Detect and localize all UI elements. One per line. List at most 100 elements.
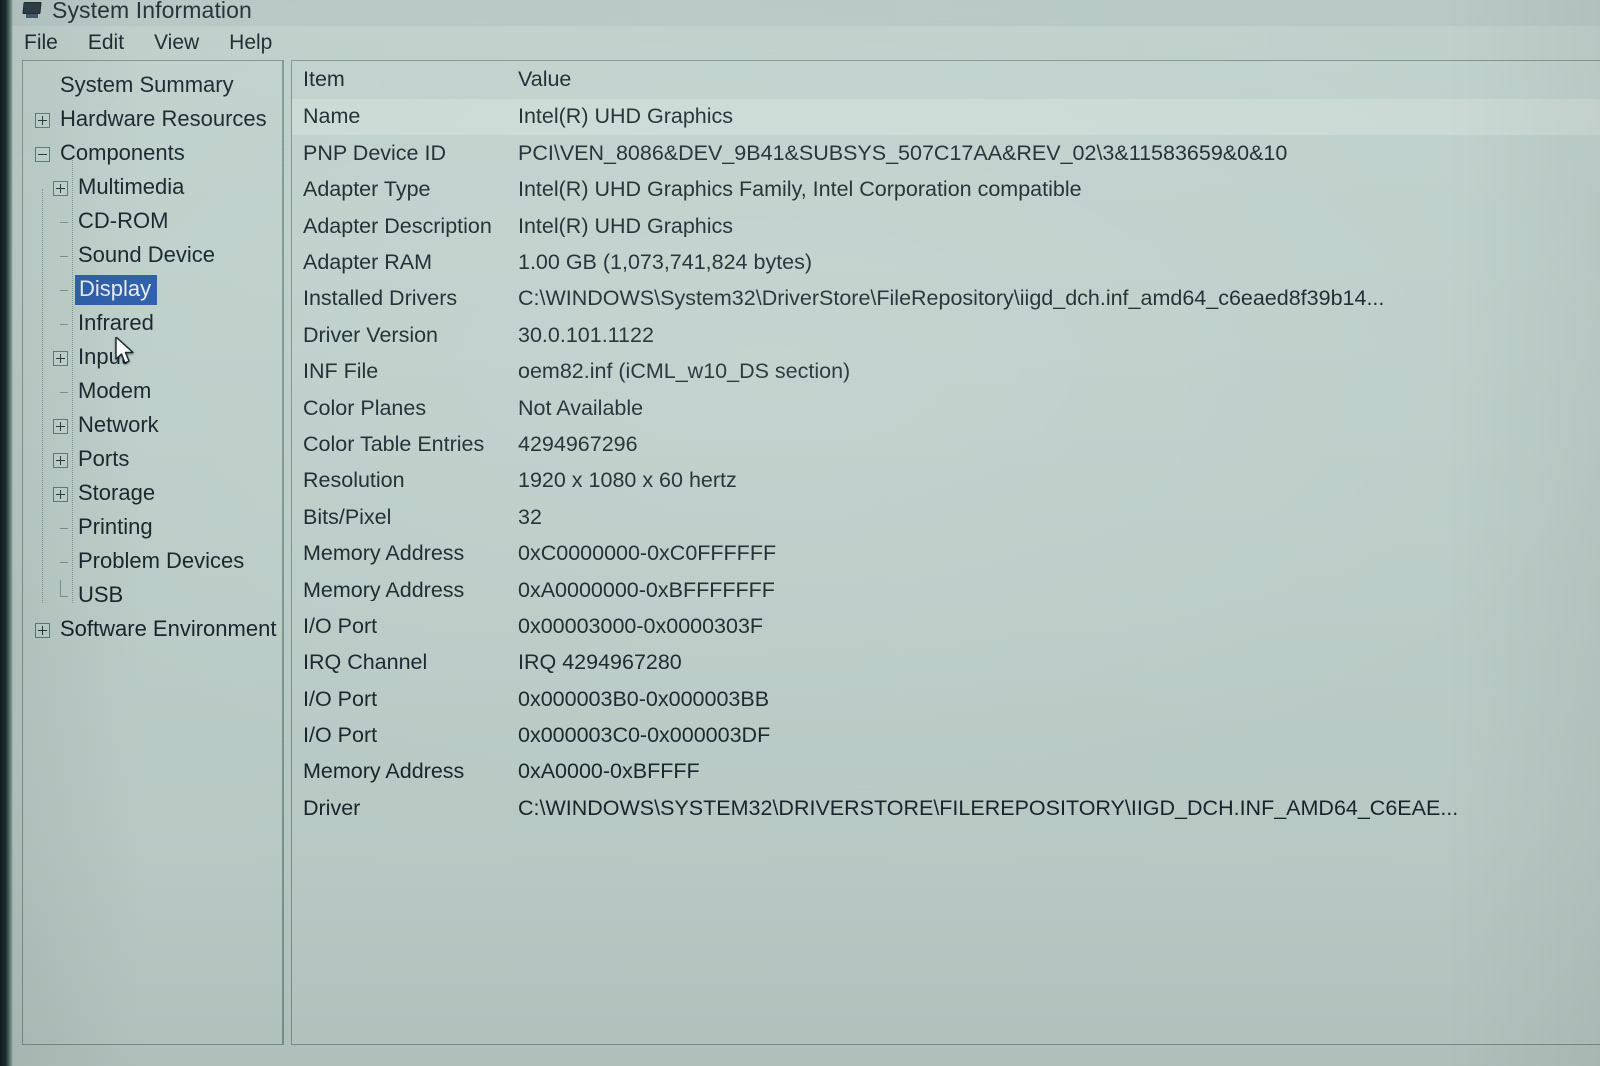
- table-row[interactable]: Memory Address 0xA0000000-0xBFFFFFFF: [292, 572, 1600, 608]
- column-header-item[interactable]: Item: [292, 69, 518, 91]
- menu-item-edit[interactable]: Edit: [86, 30, 126, 56]
- table-cell-value: Intel(R) UHD Graphics Family, Intel Corp…: [518, 179, 1082, 201]
- sidebar-item-label: Display: [75, 275, 158, 305]
- sidebar-item-multimedia[interactable]: Multimedia: [23, 171, 282, 205]
- table-row[interactable]: Adapter Type Intel(R) UHD Graphics Family…: [292, 172, 1600, 208]
- expand-icon[interactable]: [53, 486, 68, 502]
- table-cell-value: 0xA0000000-0xBFFFFFFF: [518, 579, 775, 602]
- table-cell-item: Adapter RAM: [303, 252, 433, 274]
- sidebar-item-label: Software Environment: [60, 616, 277, 641]
- sidebar-item-network[interactable]: Network: [23, 409, 282, 443]
- sidebar-item-system-summary[interactable]: System Summary: [23, 69, 282, 103]
- navigation-tree-pane[interactable]: System Summary Hardware Resources Componen…: [22, 60, 284, 1045]
- table-row[interactable]: I/O Port 0x000003C0-0x000003DF: [292, 718, 1600, 754]
- table-cell-value: 4294967296: [518, 433, 638, 456]
- table-cell-item: Driver Version: [303, 324, 439, 347]
- table-cell-item: Color Table Entries: [303, 433, 485, 456]
- sidebar-item-label: CD-ROM: [78, 208, 169, 233]
- table-row[interactable]: IRQ Channel IRQ 4294967280: [292, 645, 1600, 681]
- table-cell-value: C:\WINDOWS\SYSTEM32\DRIVERSTORE\FILEREPO…: [518, 797, 1459, 820]
- table-header-row: Item Value: [292, 61, 1600, 99]
- sidebar-item-input[interactable]: Input: [23, 341, 282, 375]
- table-cell-value: IRQ 4294967280: [518, 652, 682, 674]
- sidebar-item-sound-device[interactable]: Sound Device: [23, 239, 282, 273]
- sidebar-item-label: USB: [78, 582, 124, 607]
- table-cell-item: Installed Drivers: [303, 288, 458, 310]
- menu-bar: File Edit View Help: [0, 28, 1600, 58]
- table-cell-item: I/O Port: [303, 615, 378, 638]
- menu-item-file[interactable]: File: [22, 30, 60, 56]
- table-row[interactable]: PNP Device ID PCI\VEN_8086&DEV_9B41&SUBSY…: [292, 135, 1600, 171]
- table-row[interactable]: Driver C:\WINDOWS\SYSTEM32\DRIVERSTORE\FI…: [292, 790, 1600, 826]
- table-cell-item: PNP Device ID: [303, 142, 446, 165]
- table-row[interactable]: Name Intel(R) UHD Graphics: [292, 99, 1600, 136]
- sidebar-item-problem-devices[interactable]: Problem Devices: [23, 545, 282, 579]
- sidebar-item-label: Printing: [78, 514, 153, 539]
- sidebar-item-infrared[interactable]: Infrared: [23, 307, 282, 341]
- sidebar-item-label: Storage: [78, 480, 156, 505]
- sidebar-item-ports[interactable]: Ports: [23, 443, 282, 477]
- system-information-window: System Information File Edit View Help S…: [0, 0, 1600, 1066]
- expand-icon[interactable]: [53, 418, 68, 434]
- sidebar-item-label: Multimedia: [78, 174, 185, 199]
- table-cell-item: Memory Address: [303, 579, 465, 602]
- table-row[interactable]: Adapter RAM 1.00 GB (1,073,741,824 bytes): [292, 245, 1600, 281]
- table-cell-item: Adapter Type: [303, 179, 431, 201]
- sidebar-item-label: Ports: [78, 446, 130, 471]
- details-table: Item Value Name Intel(R) UHD Graphics PNP De…: [292, 61, 1600, 827]
- sidebar-item-modem[interactable]: Modem: [23, 375, 282, 409]
- sidebar-item-display[interactable]: Display: [23, 273, 282, 307]
- column-header-value[interactable]: Value: [518, 69, 1600, 91]
- table-row[interactable]: I/O Port 0x00003000-0x0000303F: [292, 608, 1600, 644]
- table-row[interactable]: Color Planes Not Available: [292, 390, 1600, 426]
- table-cell-value: 1920 x 1080 x 60 hertz: [518, 470, 737, 492]
- sidebar-item-label: Components: [60, 140, 185, 165]
- table-row[interactable]: Memory Address 0xC0000000-0xC0FFFFFF: [292, 536, 1600, 572]
- title-bar: System Information: [0, 0, 1600, 26]
- sidebar-item-label: System Summary: [60, 72, 234, 97]
- detail-pane[interactable]: Item Value Name Intel(R) UHD Graphics PNP De…: [291, 60, 1600, 1045]
- expand-icon[interactable]: [53, 452, 68, 468]
- tree-connector-icon: [53, 283, 68, 298]
- table-cell-value: C:\WINDOWS\System32\DriverStore\FileRepo…: [518, 288, 1385, 310]
- table-cell-value: Not Available: [518, 397, 644, 420]
- table-cell-item: INF File: [303, 361, 379, 383]
- tree-connector-icon: [53, 385, 68, 400]
- sidebar-item-cd-rom[interactable]: CD-ROM: [23, 205, 282, 239]
- sidebar-item-printing[interactable]: Printing: [23, 511, 282, 545]
- sidebar-item-software-environment[interactable]: Software Environment: [23, 613, 282, 647]
- table-row[interactable]: I/O Port 0x000003B0-0x000003BB: [292, 681, 1600, 717]
- table-cell-value: Intel(R) UHD Graphics: [518, 106, 734, 128]
- menu-item-view[interactable]: View: [152, 30, 201, 56]
- table-cell-item: I/O Port: [303, 688, 378, 711]
- sidebar-item-usb[interactable]: USB: [23, 579, 282, 613]
- table-row[interactable]: Installed Drivers C:\WINDOWS\System32\Dri…: [292, 281, 1600, 317]
- table-cell-value: 0xC0000000-0xC0FFFFFF: [518, 543, 777, 565]
- expand-icon[interactable]: [35, 112, 50, 128]
- expand-icon[interactable]: [53, 180, 68, 196]
- expand-icon[interactable]: [35, 622, 50, 638]
- sidebar-item-label: Network: [78, 412, 159, 437]
- tree-connector-icon: [53, 317, 68, 332]
- table-row[interactable]: Adapter Description Intel(R) UHD Graphics: [292, 208, 1600, 244]
- table-row[interactable]: Resolution 1920 x 1080 x 60 hertz: [292, 463, 1600, 499]
- table-cell-value: 30.0.101.1122: [518, 324, 654, 347]
- table-cell-value: 0x00003000-0x0000303F: [518, 615, 764, 638]
- collapse-icon[interactable]: [35, 146, 50, 162]
- sidebar-item-label: Problem Devices: [78, 548, 245, 573]
- sidebar-item-storage[interactable]: Storage: [23, 477, 282, 511]
- table-row[interactable]: Color Table Entries 4294967296: [292, 427, 1600, 463]
- table-row[interactable]: Bits/Pixel 32: [292, 499, 1600, 535]
- sidebar-item-label: Infrared: [78, 310, 154, 335]
- table-row[interactable]: Driver Version 30.0.101.1122: [292, 317, 1600, 353]
- table-row[interactable]: INF File oem82.inf (iCML_w10_DS section): [292, 354, 1600, 390]
- sidebar-item-components[interactable]: Components: [23, 137, 282, 171]
- navigation-tree: System Summary Hardware Resources Componen…: [23, 61, 282, 647]
- sidebar-item-hardware-resources[interactable]: Hardware Resources: [23, 103, 282, 137]
- table-cell-item: Memory Address: [303, 543, 465, 565]
- table-cell-item: I/O Port: [303, 725, 378, 747]
- expand-icon[interactable]: [53, 350, 68, 366]
- table-row[interactable]: Memory Address 0xA0000-0xBFFFF: [292, 754, 1600, 790]
- menu-item-help[interactable]: Help: [227, 30, 274, 56]
